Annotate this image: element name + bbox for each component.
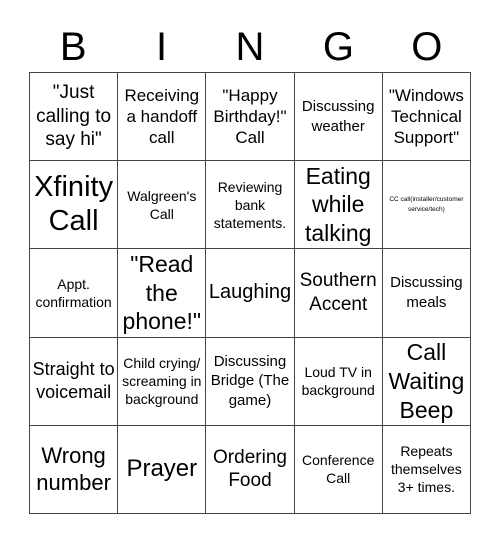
bingo-cell-text: Wrong number [36, 442, 111, 496]
bingo-cell-text: Walgreen's Call [127, 187, 197, 222]
bingo-cell[interactable]: "Read the phone!" [118, 249, 207, 338]
bingo-header: B I N G O [29, 22, 471, 72]
bingo-cell[interactable]: Reviewing bank statements. [206, 161, 295, 250]
header-letter-i: I [156, 25, 168, 69]
bingo-cell-text: Receiving a handoff call [124, 85, 200, 148]
bingo-cell[interactable]: Prayer [118, 425, 207, 514]
bingo-cell[interactable]: Loud TV in background [294, 337, 383, 426]
header-letter-o: O [411, 25, 443, 69]
bingo-cell-text: Discussing Bridge (The game) [210, 352, 290, 409]
bingo-cell[interactable]: Conference Call [294, 425, 383, 514]
bingo-cell[interactable]: Laughing [206, 249, 295, 338]
bingo-cell-text: Southern Accent [299, 270, 377, 315]
bingo-cell[interactable]: Child crying/ screaming in background [118, 337, 207, 426]
bingo-cell[interactable]: CC call(installer/customer service/tech) [382, 161, 471, 250]
bingo-cell[interactable]: "Windows Technical Support" [382, 73, 471, 162]
bingo-cell-text: Call Waiting Beep [388, 339, 465, 423]
bingo-cell-text: "Windows Technical Support" [388, 85, 464, 148]
bingo-cell-text: Laughing [208, 281, 292, 304]
bingo-cell[interactable]: Receiving a handoff call [118, 73, 207, 162]
bingo-cell[interactable]: Ordering Food [206, 425, 295, 514]
bingo-cell-text: Reviewing bank statements. [213, 178, 287, 231]
bingo-cell[interactable]: Wrong number [30, 425, 119, 514]
bingo-cell[interactable]: Southern Accent [294, 249, 383, 338]
bingo-board: "Just calling to say hi" Receiving a hand… [29, 72, 471, 514]
bingo-cell-text: Discussing meals [390, 274, 463, 311]
bingo-cell-text: Conference Call [302, 452, 375, 487]
bingo-cell-text: Prayer [126, 454, 198, 482]
bingo-cell-text: Appt. confirmation [35, 275, 112, 310]
bingo-cell[interactable]: Discussing Bridge (The game) [206, 337, 295, 426]
bingo-cell[interactable]: Eating while talking [294, 161, 383, 250]
bingo-cell-text: Straight to voicemail [32, 358, 115, 403]
bingo-cell-text: Repeats themselves 3+ times. [390, 443, 462, 496]
header-letter-b: B [59, 25, 87, 69]
bingo-cell-text: "Read the phone!" [122, 250, 202, 335]
bingo-cell-text: "Just calling to say hi" [36, 81, 112, 151]
bingo-cell[interactable]: Repeats themselves 3+ times. [382, 425, 471, 514]
bingo-cell[interactable]: Straight to voicemail [30, 337, 119, 426]
bingo-cell-text: Loud TV in background [301, 364, 375, 399]
bingo-cell[interactable]: Discussing meals [382, 249, 471, 338]
bingo-cell[interactable]: Appt. confirmation [30, 249, 119, 338]
header-letter-g: G [322, 25, 354, 69]
bingo-cell-text: CC call(installer/customer service/tech) [389, 196, 464, 213]
bingo-cell-text: Eating while talking [304, 162, 372, 247]
bingo-cell-text: Xfinity Call [34, 171, 114, 237]
bingo-cell-text: Discussing weather [301, 98, 375, 135]
bingo-cell[interactable]: "Happy Birthday!" Call [206, 73, 295, 162]
bingo-cell[interactable]: Discussing weather [294, 73, 383, 162]
bingo-cell[interactable]: "Just calling to say hi" [30, 73, 119, 162]
bingo-cell[interactable]: Call Waiting Beep [382, 337, 471, 426]
bingo-cell-text: Child crying/ screaming in background [122, 354, 202, 408]
bingo-cell-text: "Happy Birthday!" Call [213, 85, 287, 148]
bingo-cell[interactable]: Xfinity Call [30, 161, 119, 250]
header-letter-n: N [235, 25, 265, 69]
bingo-cell-text: Ordering Food [213, 446, 287, 492]
bingo-cell[interactable]: Walgreen's Call [118, 161, 207, 250]
